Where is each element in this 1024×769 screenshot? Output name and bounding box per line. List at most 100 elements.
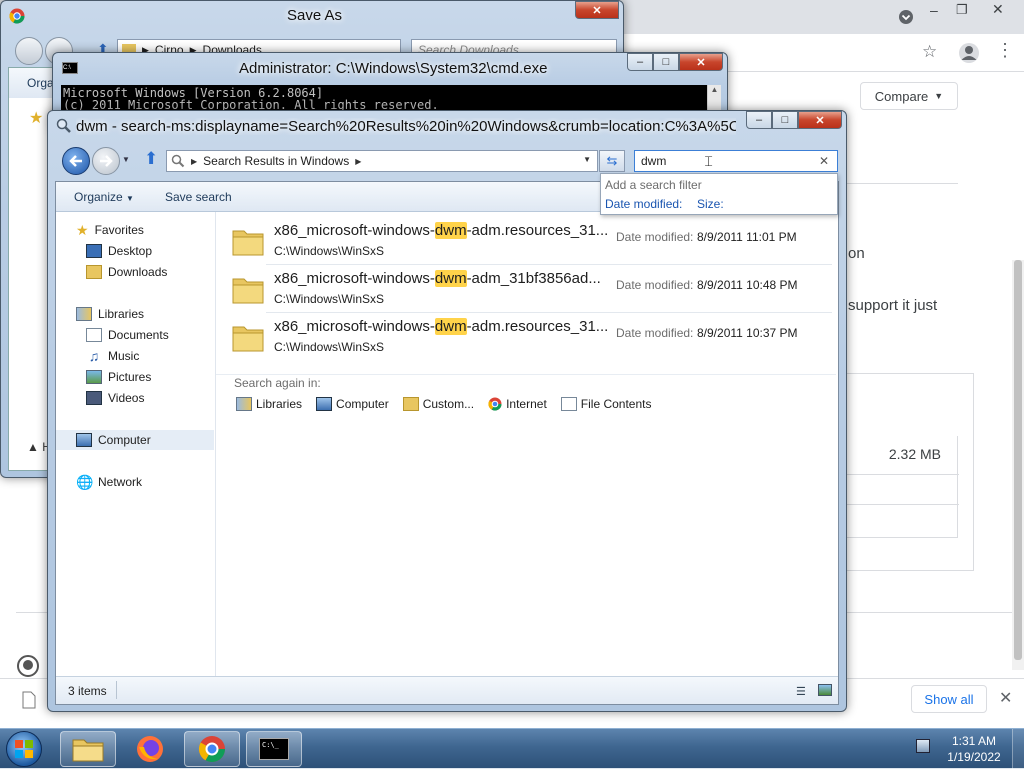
organize-button[interactable]: Orga — [27, 76, 54, 90]
page-scrollbar[interactable] — [1012, 260, 1024, 670]
save-search-button[interactable]: Save search — [165, 190, 232, 204]
result-path: C:\Windows\WinSxS — [274, 244, 385, 258]
back-button[interactable] — [15, 37, 43, 65]
search-again-file-contents[interactable]: File Contents — [560, 397, 651, 411]
filter-size[interactable]: Size: — [697, 197, 724, 211]
large-icons-view-icon[interactable] — [818, 684, 832, 696]
search-again-custom[interactable]: Custom... — [402, 397, 474, 411]
maximize-button[interactable]: □ — [772, 111, 798, 129]
chevron-down-icon[interactable] — [898, 9, 914, 25]
libraries-icon — [76, 307, 92, 321]
clock-time: 1:31 AM — [951, 734, 997, 748]
github-icon[interactable] — [16, 654, 40, 678]
nav-videos[interactable]: Videos — [86, 388, 144, 408]
caption-buttons: – □ ✕ — [627, 53, 723, 71]
details-view-icon[interactable]: ☰ — [796, 685, 806, 698]
nav-label: Favorites — [94, 223, 144, 237]
taskbar-cmd[interactable]: C:\_ — [246, 731, 302, 767]
taskbar-explorer[interactable] — [60, 731, 116, 767]
search-filter-hint: Add a search filter — [605, 178, 702, 192]
search-again-libraries[interactable]: Libraries — [236, 397, 302, 411]
minimize-button[interactable]: – — [746, 111, 772, 129]
status-bar: 3 items ☰ — [56, 676, 838, 704]
folder-icon — [232, 326, 264, 352]
custom-folder-icon — [402, 397, 419, 411]
list-item[interactable]: x86_microsoft-windows-dwm-adm.resources_… — [226, 218, 832, 266]
date-modified-value: 8/9/2011 11:01 PM — [697, 230, 797, 244]
folder-icon — [232, 278, 264, 304]
filter-date-modified[interactable]: Date modified: — [605, 197, 682, 211]
nav-music[interactable]: ♫ Music — [86, 346, 140, 366]
nav-label: Pictures — [108, 370, 152, 384]
search-input[interactable]: dwm ⌶ ✕ — [634, 150, 838, 172]
close-icon[interactable]: ✕ — [999, 688, 1012, 708]
chrome-icon — [198, 736, 226, 763]
result-name: x86_microsoft-windows-dwm-adm.resources_… — [274, 318, 609, 335]
file-icon — [22, 691, 36, 709]
divider — [216, 374, 836, 375]
show-all-button[interactable]: Show all — [911, 685, 987, 713]
recent-pages-chevron-icon[interactable]: ▼ — [122, 155, 130, 164]
clock[interactable]: 1:31 AM 1/19/2022 — [944, 733, 1004, 765]
show-desktop-button[interactable] — [1012, 729, 1024, 769]
date-modified-value: 8/9/2011 10:48 PM — [697, 278, 798, 292]
close-button[interactable]: ✕ — [679, 53, 723, 71]
compare-button[interactable]: Compare ▼ — [860, 82, 958, 110]
chevron-right-icon: ▶ — [355, 156, 362, 166]
address-dropdown-icon[interactable]: ▼ — [583, 155, 591, 164]
computer-icon — [316, 397, 333, 411]
close-button[interactable]: ✕ — [798, 111, 842, 129]
date-modified-label: Date modified: — [616, 278, 694, 292]
close-icon[interactable]: ✕ — [992, 1, 1004, 18]
organize-button[interactable]: Organize ▼ — [74, 190, 134, 204]
search-again-computer[interactable]: Computer — [316, 397, 389, 411]
close-button[interactable]: ✕ — [575, 1, 619, 19]
nav-favorites[interactable]: ★ Favorites — [76, 220, 144, 240]
taskbar: C:\_ 1:31 AM 1/19/2022 — [0, 728, 1024, 769]
start-button[interactable] — [6, 731, 42, 767]
desktop-icon — [86, 244, 102, 258]
clear-search-icon[interactable]: ✕ — [819, 154, 829, 168]
window-title: Save As — [287, 7, 343, 24]
pictures-icon — [86, 370, 102, 384]
address-bar[interactable]: ▶ Search Results in Windows ▶ ▼ — [166, 150, 598, 172]
search-results: x86_microsoft-windows-dwm-adm.resources_… — [216, 212, 838, 676]
result-path: C:\Windows\WinSxS — [274, 292, 385, 306]
minimize-button[interactable]: – — [627, 53, 653, 71]
back-button[interactable] — [62, 147, 90, 175]
menu-dots-icon[interactable]: ⋮ — [996, 40, 1014, 61]
nav-desktop[interactable]: Desktop — [86, 241, 152, 261]
search-again-internet[interactable]: Internet — [488, 397, 547, 411]
list-item[interactable]: x86_microsoft-windows-dwm-adm_31bf3856ad… — [226, 266, 832, 314]
compare-label: Compare — [874, 88, 929, 104]
profile-icon[interactable] — [958, 42, 980, 64]
nav-documents[interactable]: Documents — [86, 325, 169, 345]
maximize-button[interactable]: □ — [653, 53, 679, 71]
bookmark-star-icon[interactable]: ☆ — [922, 42, 937, 62]
nav-computer[interactable]: Computer — [56, 430, 214, 450]
taskbar-firefox[interactable] — [122, 731, 178, 767]
nav-label: Libraries — [98, 307, 145, 321]
computer-icon — [76, 433, 92, 447]
nav-libraries[interactable]: Libraries — [76, 304, 144, 324]
libraries-icon — [236, 397, 252, 411]
up-arrow-icon[interactable]: ⬆ — [144, 149, 158, 169]
folder-icon — [72, 739, 104, 762]
list-item[interactable]: x86_microsoft-windows-dwm-adm.resources_… — [226, 314, 832, 362]
search-icon — [56, 118, 71, 133]
page-text-fragment: support it just — [848, 297, 938, 314]
result-path: C:\Windows\WinSxS — [274, 340, 385, 354]
forward-button[interactable] — [92, 147, 120, 175]
refresh-button[interactable]: ⇆ — [599, 150, 625, 172]
nav-network[interactable]: 🌐 Network — [76, 472, 142, 492]
forward-arrow-icon — [100, 155, 113, 167]
network-tray-icon[interactable] — [916, 739, 930, 753]
restore-icon[interactable]: ❐ — [956, 2, 968, 18]
taskbar-chrome[interactable] — [184, 731, 240, 767]
nav-pictures[interactable]: Pictures — [86, 367, 151, 387]
nav-label: Network — [98, 475, 143, 489]
nav-downloads[interactable]: Downloads — [86, 262, 167, 282]
file-info-card: 2.32 MB — [844, 436, 959, 538]
minimize-icon[interactable]: – — [930, 2, 938, 18]
search-again-options: Libraries Computer Custom... Internet Fi… — [236, 397, 651, 411]
